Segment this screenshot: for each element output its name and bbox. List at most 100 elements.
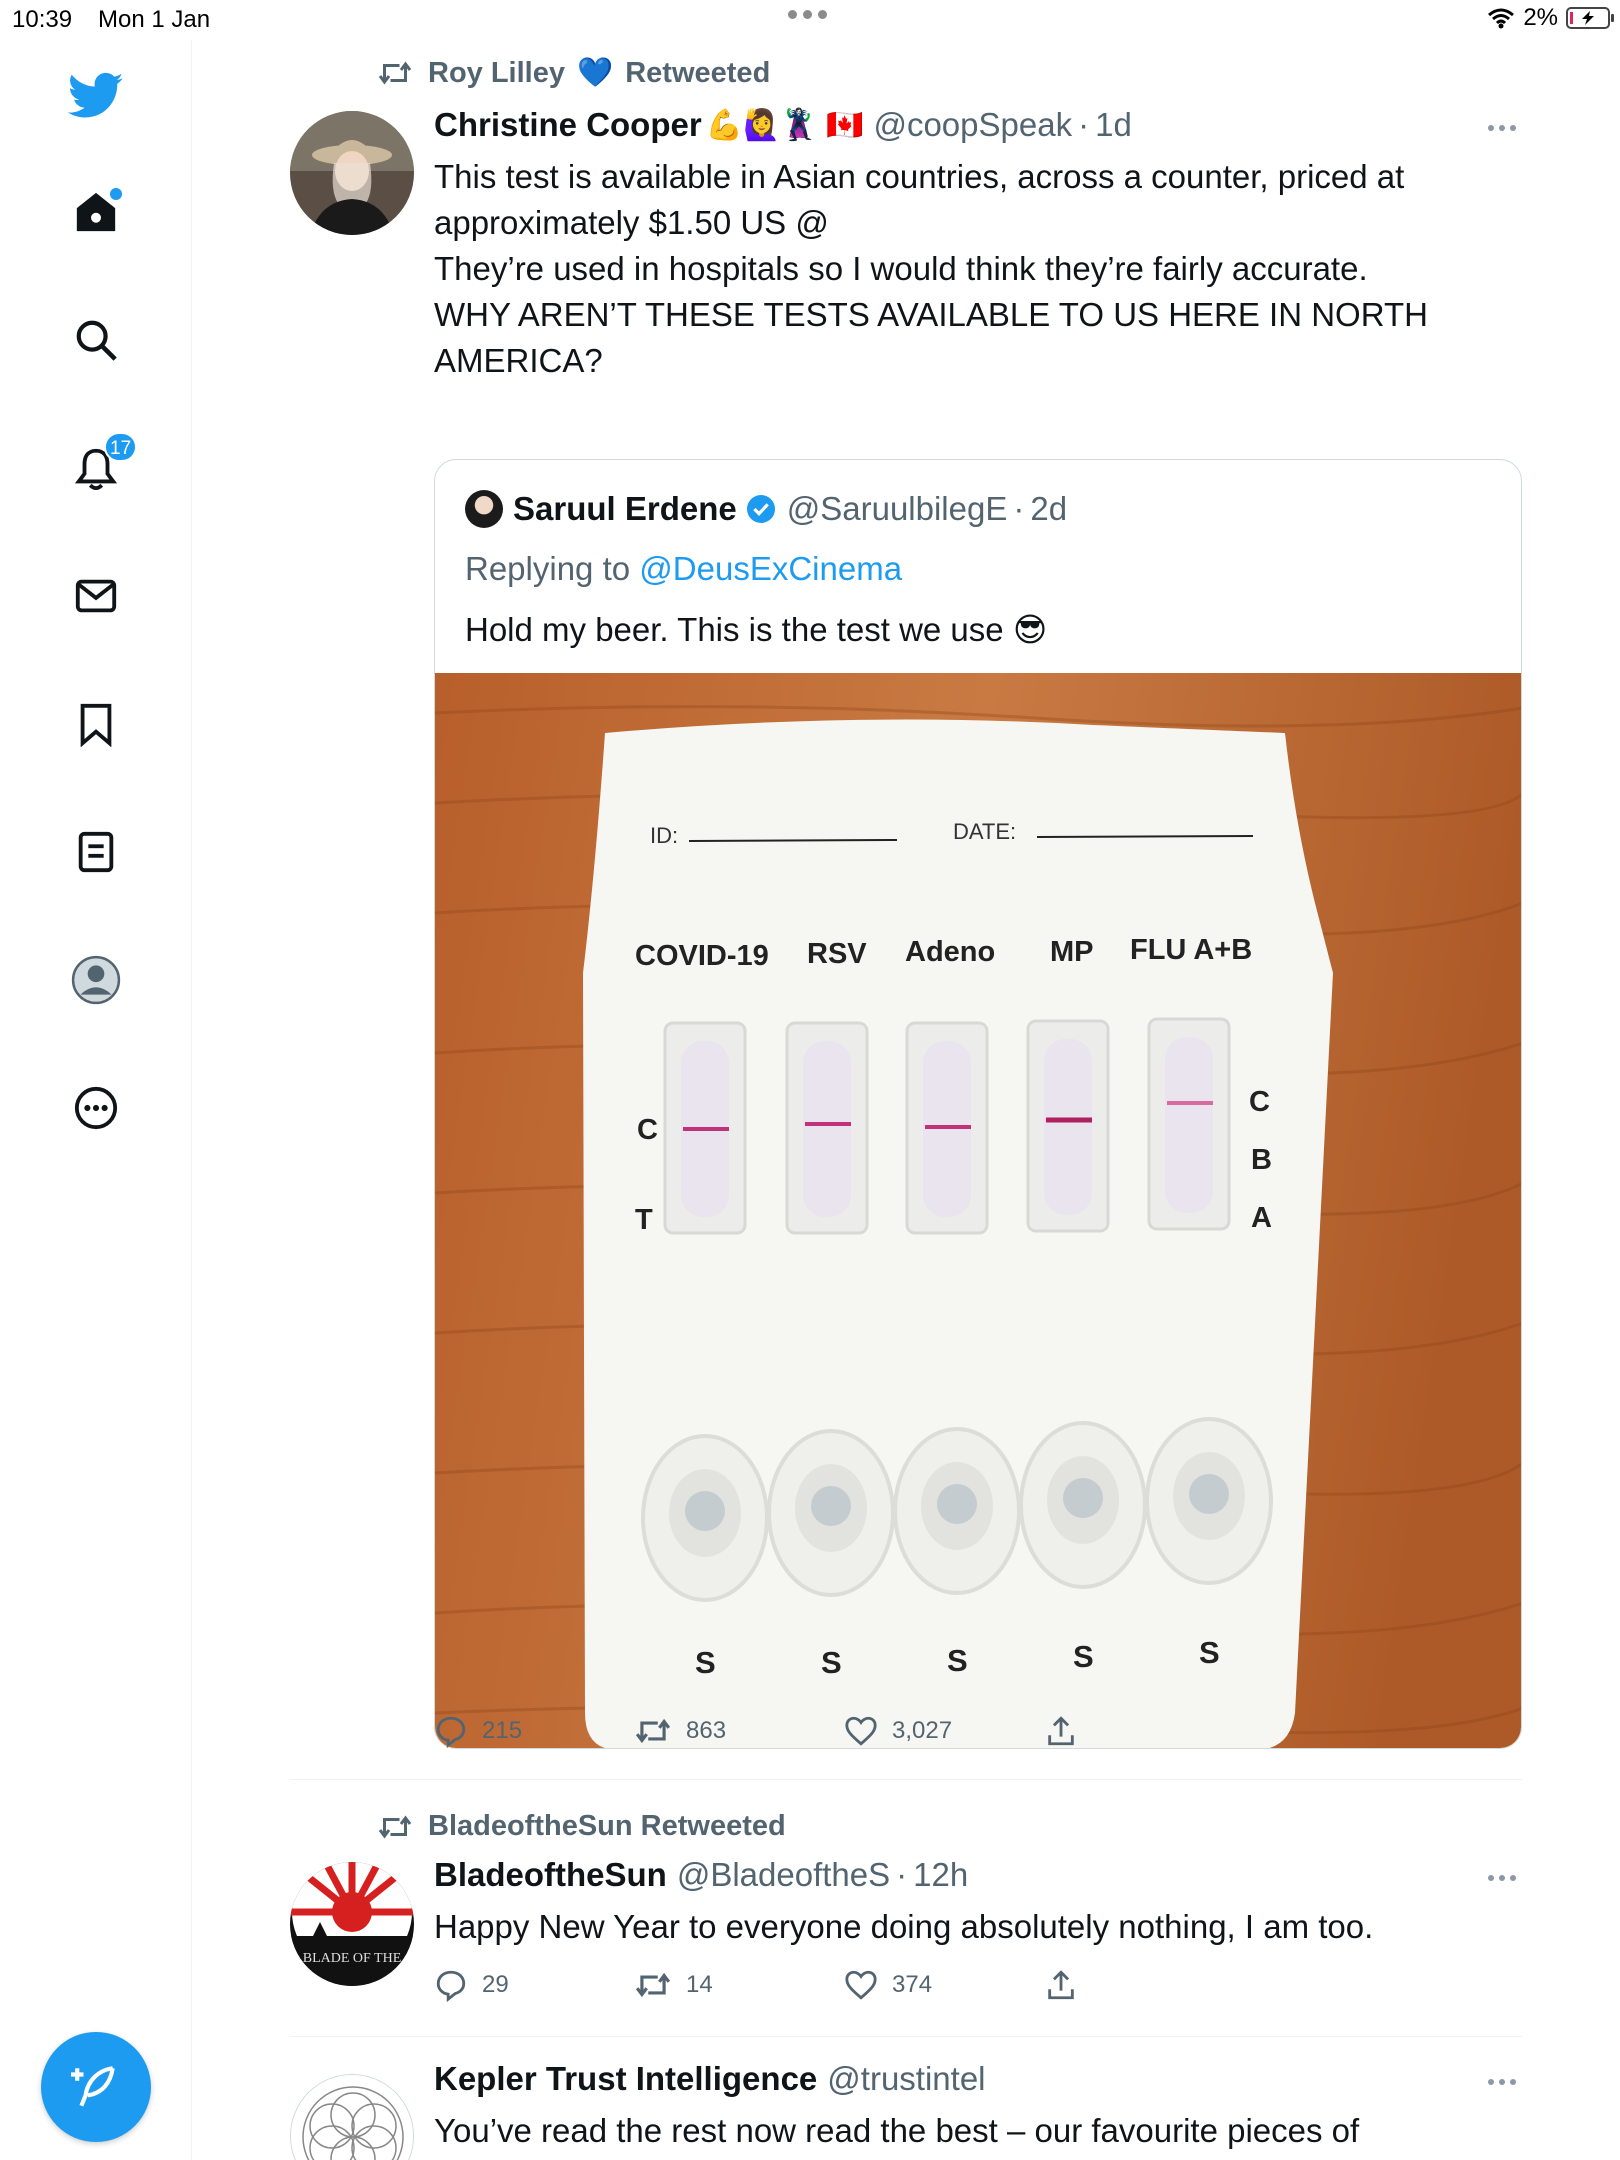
share-button[interactable] <box>1044 1968 1244 2002</box>
retweet-icon <box>378 1815 412 1838</box>
tweet-time[interactable]: 1d <box>1095 106 1132 144</box>
nav-profile[interactable] <box>66 950 126 1010</box>
author-handle[interactable]: @trustintel <box>827 2060 985 2098</box>
home-unread-dot <box>110 188 122 200</box>
nav-notifications[interactable]: 17 <box>66 432 138 498</box>
retweet-icon <box>635 1972 671 1998</box>
replying-to: Replying to @DeusExCinema <box>465 550 903 587</box>
nav-lists[interactable] <box>66 822 126 882</box>
twitter-logo-icon[interactable] <box>66 66 126 126</box>
author-avatar[interactable] <box>290 111 414 235</box>
retweet-context: Roy Lilley 💙 Retweeted <box>376 56 770 90</box>
share-button[interactable] <box>1044 1714 1244 1748</box>
tweet-more-icon[interactable] <box>1482 118 1522 138</box>
nav-messages[interactable] <box>66 566 126 626</box>
battery-charging-icon <box>1566 7 1614 29</box>
profile-icon <box>71 955 121 1005</box>
quoted-avatar <box>465 490 503 528</box>
share-icon <box>1048 1716 1074 1746</box>
svg-text:MP: MP <box>1050 936 1094 968</box>
tweet[interactable]: Kepler Trust Intelligence @trustintel Yo… <box>290 2060 1522 2160</box>
retweet-count: 863 <box>686 1717 727 1744</box>
sidebar-nav: 17 <box>0 40 192 2160</box>
nav-search[interactable] <box>66 310 126 370</box>
quoted-text: Hold my beer. This is the test we use 😎 <box>465 611 1048 648</box>
reply-button[interactable]: 215 <box>434 1714 634 1748</box>
author-handle[interactable]: @coopSpeak <box>873 106 1072 144</box>
author-name[interactable]: Kepler Trust Intelligence <box>434 2060 817 2098</box>
tweet[interactable]: Roy Lilley 💙 Retweeted Christine Cooper … <box>290 56 1522 1776</box>
author-avatar[interactable]: BLADE OF THE <box>290 1862 414 1986</box>
svg-text:Adeno: Adeno <box>905 936 995 968</box>
retweet-context: BladeoftheSun Retweeted <box>376 1810 786 1843</box>
reply-button[interactable]: 29 <box>434 1968 634 2002</box>
heart-icon <box>845 1716 877 1746</box>
reply-count: 215 <box>482 1717 523 1744</box>
more-icon <box>74 1086 118 1130</box>
svg-text:A: A <box>1251 1202 1272 1234</box>
notification-count-badge: 17 <box>104 432 138 462</box>
avatar-logo-text: BLADE OF THE <box>303 1951 402 1966</box>
reply-icon <box>436 1970 466 2002</box>
svg-text:ID:: ID: <box>650 823 678 848</box>
nav-home[interactable] <box>66 182 126 242</box>
author-avatar[interactable] <box>290 2074 414 2160</box>
tweet-text: Happy New Year to everyone doing absolut… <box>434 1908 1374 1945</box>
tweet-more-icon[interactable] <box>1482 1868 1522 1888</box>
multitasking-dots-icon[interactable] <box>788 10 827 19</box>
svg-text:S: S <box>1073 1639 1094 1674</box>
compose-feather-icon <box>71 2066 115 2107</box>
quoted-media-image[interactable]: ID: DATE: COVID-19 RSV Adeno MP FLU A+B <box>435 673 1521 1748</box>
nav-bookmarks[interactable] <box>66 694 126 754</box>
replying-to-link[interactable]: @DeusExCinema <box>639 550 902 587</box>
svg-text:COVID-19: COVID-19 <box>635 940 769 972</box>
tweet-time[interactable]: 12h <box>913 1856 968 1894</box>
author-handle[interactable]: @BladeoftheS <box>677 1856 890 1894</box>
lists-icon <box>78 831 114 873</box>
like-button[interactable]: 374 <box>844 1968 1044 2002</box>
retweet-button[interactable]: 863 <box>634 1714 844 1748</box>
heart-icon <box>845 1970 877 2000</box>
tweet[interactable]: BladeoftheSun Retweeted BLADE OF THE Bla… <box>290 1810 1522 2002</box>
quoted-handle: @SaruulbilegE <box>786 490 1008 527</box>
retweet-icon <box>378 61 412 85</box>
tweet-text: This test is available in Asian countrie… <box>434 158 1428 379</box>
quoted-time: 2d <box>1030 490 1068 527</box>
quoted-header: Saruul Erdene @SaruulbilegE · 2d <box>465 490 1067 528</box>
retweet-button[interactable]: 14 <box>634 1968 844 2002</box>
bookmarks-icon <box>80 703 112 747</box>
like-count: 3,027 <box>892 1717 953 1744</box>
svg-text:RSV: RSV <box>807 938 867 970</box>
reply-count: 29 <box>482 1971 509 1998</box>
tweet-more-icon[interactable] <box>1482 2072 1522 2092</box>
author-emoji: 💪🙋‍♀️🦹‍♀️ 🇨🇦 <box>705 108 864 142</box>
status-right: 2% <box>1487 4 1614 32</box>
reply-icon <box>436 1716 466 1748</box>
tweet-actions: 29 14 374 <box>434 1968 1244 2002</box>
search-icon <box>76 320 117 361</box>
like-button[interactable]: 3,027 <box>844 1714 1044 1748</box>
tweet-header: Kepler Trust Intelligence @trustintel <box>434 2060 986 2098</box>
nav-more[interactable] <box>66 1078 126 1138</box>
retweet-count: 14 <box>686 1971 713 1998</box>
tweet-actions: 215 863 3,027 <box>434 1714 1244 1748</box>
retweeter-name[interactable]: BladeoftheSun Retweeted <box>428 1810 786 1843</box>
share-icon <box>1048 1970 1074 2000</box>
svg-text:S: S <box>695 1645 716 1680</box>
svg-text:S: S <box>821 1645 842 1680</box>
tweet-header: BladeoftheSun @BladeoftheS · 12h <box>434 1856 969 1894</box>
author-name[interactable]: Christine Cooper <box>434 106 702 144</box>
compose-tweet-button[interactable] <box>41 2032 151 2142</box>
status-time: 10:39 <box>12 6 73 33</box>
author-name[interactable]: BladeoftheSun <box>434 1856 667 1894</box>
svg-text:B: B <box>1251 1144 1272 1176</box>
verified-badge-icon <box>746 495 775 523</box>
retweet-icon <box>635 1718 671 1744</box>
wifi-icon <box>1488 8 1515 29</box>
quoted-author-name: Saruul Erdene <box>513 490 737 527</box>
quoted-tweet[interactable]: Saruul Erdene @SaruulbilegE · 2d Replyin… <box>434 459 1522 1749</box>
tweet-divider <box>290 1779 1522 1780</box>
tweet-divider <box>290 2036 1522 2037</box>
svg-text:T: T <box>635 1204 653 1236</box>
retweeter-name[interactable]: Roy Lilley 💙 Retweeted <box>428 56 770 90</box>
